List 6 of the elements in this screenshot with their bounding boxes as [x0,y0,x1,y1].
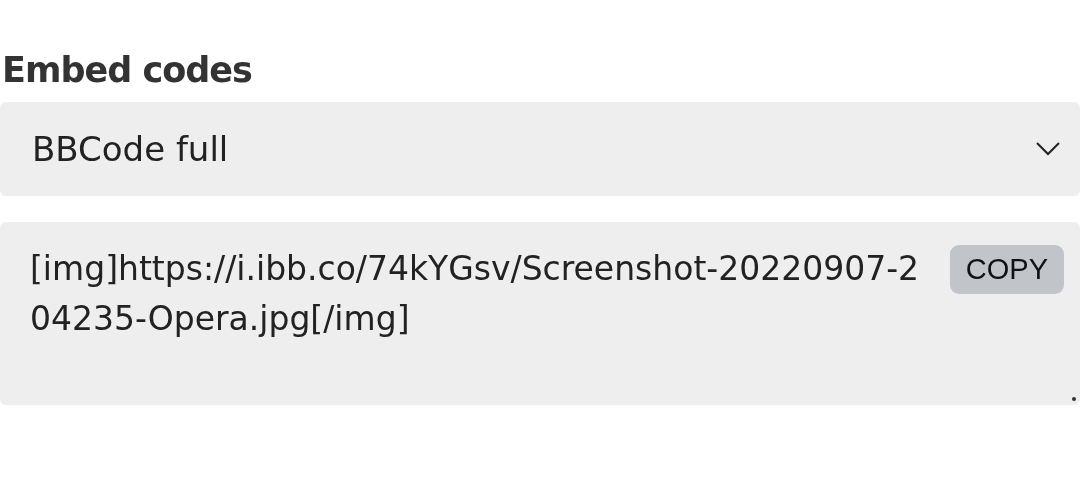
section-heading: Embed codes [2,50,253,90]
code-textarea[interactable]: [img]https://i.ibb.co/74kYGsv/Screenshot-20220907-204235-Opera.jpg[/img] COPY [0,222,1080,405]
chevron-down-icon [1036,142,1060,156]
copy-button[interactable]: COPY [949,245,1064,294]
resize-handle-icon[interactable] [1071,396,1077,402]
format-select[interactable]: BBCode full [0,102,1080,196]
